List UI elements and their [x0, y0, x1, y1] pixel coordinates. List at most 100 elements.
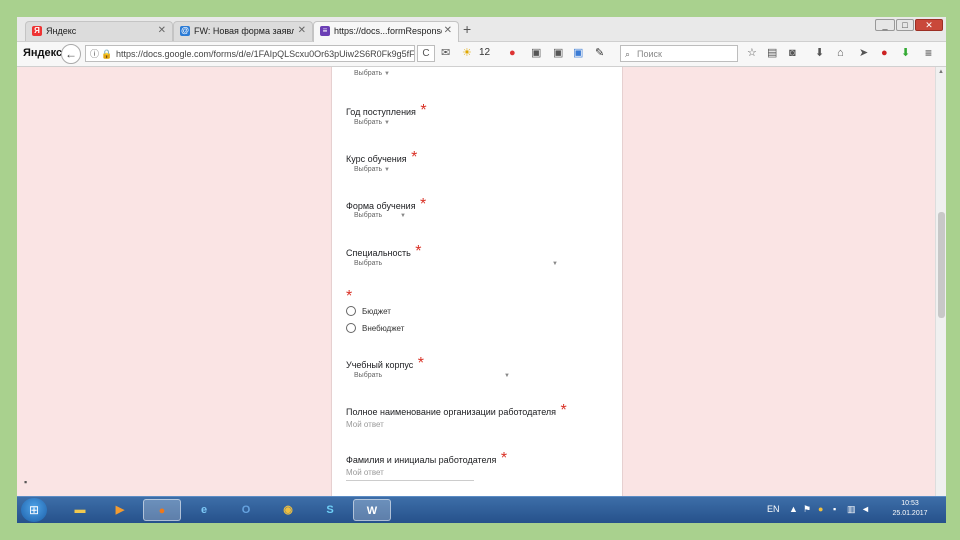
dropdown-specialty[interactable]: Выбрать ▼ — [354, 259, 558, 269]
scroll-up-icon[interactable]: ▲ — [938, 69, 944, 75]
radio-option-budget[interactable]: Бюджет — [346, 306, 391, 316]
dropdown-value: Выбрать — [354, 260, 383, 267]
required-marker: * — [420, 102, 427, 119]
taskbar: ⊞ ▬ ▶ ● e O ◉ S W EN ▲ ⚑ ● ▪ ▥ ◄ 10:53 2… — [17, 496, 946, 523]
tab-google-form[interactable]: ≡ https://docs...formResponse ✕ — [313, 21, 459, 42]
pocket-icon[interactable]: ◙ — [789, 47, 796, 59]
send-icon[interactable]: ➤ — [859, 47, 868, 59]
tab-yandex[interactable]: Я Яндекс ✕ — [25, 21, 173, 41]
yandex-logo[interactable]: Яндекс — [23, 47, 62, 59]
yandex-icon: Я — [32, 26, 42, 36]
notification-icon[interactable]: ● — [509, 47, 516, 59]
question-label: Форма обучения — [346, 201, 416, 211]
chrome-icon[interactable]: ◉ — [269, 499, 307, 521]
back-button[interactable]: ← — [61, 44, 81, 64]
chevron-down-icon: ▼ — [504, 373, 510, 379]
forms-icon: ≡ — [320, 26, 330, 36]
question-employer-name: Полное наименование организации работода… — [346, 402, 567, 420]
reload-button[interactable]: C — [417, 45, 435, 62]
dropdown-course[interactable]: Выбрать ▼ — [354, 165, 390, 175]
outlook-icon[interactable]: O — [227, 499, 265, 521]
tab-mail[interactable]: @ FW: Новая форма заявле... ✕ — [173, 21, 313, 41]
download-icon[interactable]: ⬇ — [815, 47, 824, 59]
question-label: Курс обучения — [346, 154, 407, 164]
tray-app-icon[interactable]: ▪ — [833, 504, 836, 514]
employer-name-input[interactable]: Мой ответ — [346, 420, 384, 429]
page-content: Выбрать ▼ Год поступления * Выбрать ▼ Курс… — [17, 67, 935, 497]
radio-option-nonbudget[interactable]: Внебюджет — [346, 323, 404, 333]
clock[interactable]: 10:53 25.01.2017 — [885, 499, 935, 519]
question-employer-initials: Фамилия и инициалы работодателя * — [346, 450, 507, 468]
extension-icon[interactable]: ● — [881, 47, 888, 59]
network-icon[interactable]: ▥ — [847, 504, 856, 515]
tab-bar: Я Яндекс ✕ @ FW: Новая форма заявле... ✕… — [17, 17, 946, 42]
close-icon[interactable]: ✕ — [158, 25, 166, 36]
address-bar[interactable]: ⓘ 🔒 https://docs.google.com/forms/d/e/1F… — [85, 45, 415, 62]
word-icon[interactable]: W — [353, 499, 391, 521]
employer-initials-input[interactable]: Мой ответ — [346, 468, 384, 477]
show-hidden-icons[interactable]: ▲ — [789, 504, 798, 514]
required-marker: * — [420, 196, 427, 213]
search-input[interactable]: ⌕ Поиск — [620, 45, 738, 62]
chevron-down-icon: ▼ — [384, 167, 390, 173]
download-arrow-icon[interactable]: ⬇ — [901, 47, 910, 59]
question-label: Фамилия и инициалы работодателя — [346, 455, 497, 465]
mail-icon: @ — [180, 26, 190, 36]
language-indicator[interactable]: EN — [767, 504, 780, 514]
weather-icon[interactable]: ☀ — [462, 47, 472, 59]
flag-icon[interactable]: ⚑ — [803, 504, 811, 515]
maximize-button[interactable]: □ — [896, 19, 914, 31]
close-icon[interactable]: ✕ — [298, 25, 306, 36]
close-window-button[interactable]: ✕ — [915, 19, 943, 31]
bookmark-star-icon[interactable]: ☆ — [747, 47, 757, 59]
start-button[interactable]: ⊞ — [21, 498, 47, 522]
mail-icon[interactable]: ✉ — [441, 47, 450, 59]
question-label: Учебный корпус — [346, 360, 414, 370]
dropdown-study-form[interactable]: Выбрать ▼ — [354, 211, 406, 221]
radio-label: Бюджет — [362, 307, 391, 316]
required-marker: * — [417, 355, 424, 372]
home-icon[interactable]: ⌂ — [837, 47, 844, 59]
search-icon: ⌕ — [625, 49, 631, 59]
skype-icon[interactable]: S — [311, 499, 349, 521]
extension-icon[interactable]: ▣ — [531, 47, 541, 59]
dropdown-value: Выбрать — [354, 119, 383, 126]
dropdown-building[interactable]: Выбрать ▼ — [354, 371, 510, 381]
required-marker: * — [411, 149, 418, 166]
menu-icon[interactable]: ≡ — [925, 47, 932, 59]
info-icon[interactable]: ⓘ — [90, 46, 99, 61]
tab-label: Яндекс — [46, 26, 77, 36]
close-icon[interactable]: ✕ — [444, 25, 452, 36]
dropdown-top[interactable]: Выбрать ▼ — [354, 69, 390, 79]
pin-icon[interactable]: ✎ — [595, 47, 604, 59]
required-marker: * — [500, 450, 508, 467]
chevron-down-icon: ▼ — [384, 120, 390, 126]
question-label: Полное наименование организации работода… — [346, 407, 557, 417]
radio-circle — [346, 323, 356, 333]
dropdown-value: Выбрать — [354, 372, 383, 379]
feedback-icon[interactable]: ▪ — [24, 477, 27, 487]
firefox-icon[interactable]: ● — [143, 499, 181, 521]
reading-list-icon[interactable]: ▤ — [767, 47, 777, 59]
dropdown-value: Выбрать — [354, 212, 383, 219]
form-card: Выбрать ▼ Год поступления * Выбрать ▼ Курс… — [331, 67, 623, 497]
explorer-icon[interactable]: ▬ — [61, 499, 99, 521]
minimize-button[interactable]: _ — [875, 19, 895, 31]
tray-app-icon[interactable]: ● — [818, 504, 823, 514]
extension-icon[interactable]: ▣ — [553, 47, 563, 59]
media-player-icon[interactable]: ▶ — [101, 499, 139, 521]
chevron-down-icon: ▼ — [552, 261, 558, 267]
radio-circle — [346, 306, 356, 316]
dropdown-year[interactable]: Выбрать ▼ — [354, 118, 390, 128]
required-marker: * — [415, 243, 422, 260]
scrollbar-thumb[interactable] — [938, 212, 945, 318]
internet-explorer-icon[interactable]: e — [185, 499, 223, 521]
volume-icon[interactable]: ◄ — [861, 504, 870, 514]
lock-icon: 🔒 — [101, 49, 113, 59]
vertical-scrollbar[interactable]: ▲ — [935, 67, 946, 497]
extension-icon[interactable]: ▣ — [573, 47, 583, 59]
required-marker: * — [346, 288, 353, 305]
new-tab-button[interactable]: + — [463, 21, 471, 37]
screen: Я Яндекс ✕ @ FW: Новая форма заявле... ✕… — [17, 17, 946, 523]
answer-underline — [346, 480, 474, 481]
